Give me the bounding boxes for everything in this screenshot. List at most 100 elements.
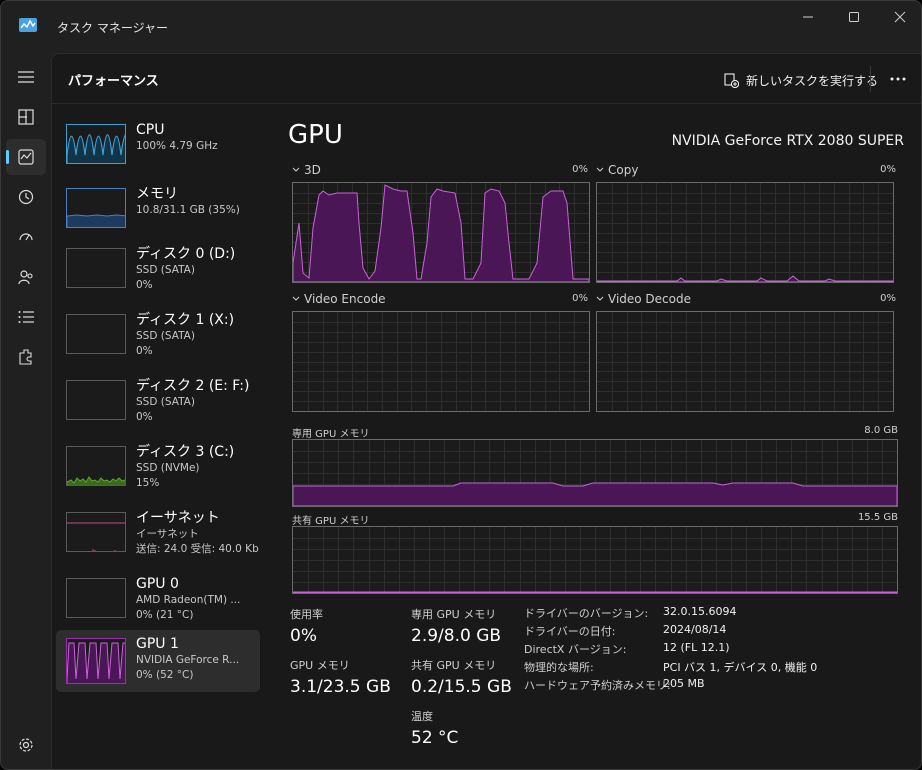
sidebar-item-detail: SSD (NVMe) [136, 462, 200, 474]
driver-date-value: 2024/08/14 [663, 623, 727, 636]
dedicated-memory-graph [292, 439, 898, 507]
app-history-icon [18, 189, 34, 205]
hamburger-menu-button[interactable] [6, 59, 46, 95]
close-icon [894, 11, 906, 23]
sidebar-item-usage: 0% (21 °C) [136, 609, 194, 621]
title-bar: タスク マネージャー [1, 1, 921, 53]
sidebar-item-memory[interactable]: メモリ 10.8/31.1 GB (35%) [56, 182, 260, 244]
sidebar-item-gpu-0[interactable]: GPU 0 AMD Radeon(TM) ... 0% (21 °C) [56, 572, 260, 634]
more-options-button[interactable] [884, 66, 912, 92]
task-manager-window: タスク マネージャー パフォーマンス 新しいタスクを実行する CPU 100% … [0, 0, 922, 770]
sidebar-item-detail: NVIDIA GeForce R... [136, 654, 240, 666]
sidebar-item-cpu[interactable]: CPU 100% 4.79 GHz [56, 118, 260, 180]
reserved-memory-value: 205 MB [663, 677, 705, 690]
engine-video-decode-percent: 0% [880, 293, 896, 304]
engine-copy-selector[interactable]: Copy [596, 163, 638, 177]
engine-copy-graph [596, 182, 894, 283]
sidebar-item-gpu-1[interactable]: GPU 1 NVIDIA GeForce R... 0% (52 °C) [56, 630, 260, 692]
temperature-label: 温度 [411, 710, 433, 723]
more-icon [890, 77, 906, 81]
nav-processes[interactable] [6, 99, 46, 135]
sidebar-item-detail: 100% 4.79 GHz [136, 140, 218, 152]
engine-video-decode-graph [596, 311, 894, 412]
sidebar-item-detail: イーサネット [136, 528, 199, 540]
gpu-memory-value: 3.1/23.5 GB [290, 677, 391, 697]
sidebar-item-name: GPU 1 [136, 636, 179, 652]
nav-startup-apps[interactable] [6, 219, 46, 255]
minimize-button[interactable] [785, 1, 831, 33]
maximize-icon [849, 12, 859, 22]
dedicated-memory-max: 8.0 GB [864, 425, 898, 436]
dedicated-memory-stat-label: 専用 GPU メモリ [411, 608, 497, 621]
chevron-down-icon [292, 296, 300, 301]
engine-video-decode-selector[interactable]: Video Decode [596, 292, 691, 306]
sidebar-item-usage: 送信: 24.0 受信: 40.0 Kb [136, 543, 259, 555]
engine-copy-label: Copy [608, 163, 639, 177]
shared-memory-label: 共有 GPU メモリ [292, 516, 370, 527]
chevron-down-icon [596, 167, 604, 172]
sidebar-item-name: ディスク 1 (X:) [136, 312, 235, 328]
sidebar-item-usage: 0% [136, 345, 153, 357]
chevron-down-icon [596, 296, 604, 301]
sidebar-item-detail: AMD Radeon(TM) ... [136, 594, 241, 606]
sidebar-item-detail: SSD (SATA) [136, 396, 195, 408]
disk-1-thumbnail [66, 314, 126, 354]
task-manager-app-icon [19, 18, 37, 32]
sidebar-item-name: GPU 0 [136, 576, 179, 592]
sidebar-item-disk-1[interactable]: ディスク 1 (X:) SSD (SATA) 0% [56, 308, 260, 370]
run-new-task-button[interactable]: 新しいタスクを実行する [724, 69, 878, 91]
shared-memory-stat-value: 0.2/15.5 GB [411, 677, 512, 697]
nav-performance[interactable] [6, 139, 46, 175]
settings-icon [19, 738, 33, 752]
nav-services[interactable] [6, 339, 46, 375]
gpu-model-name: NVIDIA GeForce RTX 2080 SUPER [671, 133, 904, 149]
memory-thumbnail [66, 188, 126, 228]
minimize-icon [803, 16, 813, 18]
engine-video-encode-selector[interactable]: Video Encode [292, 292, 386, 306]
close-button[interactable] [877, 1, 921, 33]
engine-3d-selector[interactable]: 3D [292, 163, 321, 177]
hamburger-icon [18, 71, 34, 83]
directx-version-value: 12 (FL 12.1) [663, 641, 730, 654]
sidebar-item-name: ディスク 0 (D:) [136, 246, 236, 262]
sidebar-item-disk-3[interactable]: ディスク 3 (C:) SSD (NVMe) 15% [56, 440, 260, 502]
temperature-value: 52 °C [411, 728, 459, 748]
disk-0-thumbnail [66, 248, 126, 288]
header-divider [870, 66, 871, 92]
sidebar-item-disk-2[interactable]: ディスク 2 (E: F:) SSD (SATA) 0% [56, 374, 260, 436]
disk-3-thumbnail [66, 446, 126, 486]
engine-video-encode-percent: 0% [572, 293, 588, 304]
sidebar-item-usage: 15% [136, 477, 160, 489]
engine-video-decode-label: Video Decode [608, 292, 691, 306]
resource-sidebar: CPU 100% 4.79 GHz メモリ 10.8/31.1 GB (35%)… [52, 114, 268, 714]
nav-users[interactable] [6, 259, 46, 295]
driver-date-key: ドライバーの日付: [524, 625, 616, 638]
shared-memory-graph [292, 526, 898, 594]
sidebar-item-usage: 0% [136, 279, 153, 291]
sidebar-item-disk-0[interactable]: ディスク 0 (D:) SSD (SATA) 0% [56, 242, 260, 304]
gpu-memory-label: GPU メモリ [290, 659, 350, 672]
engine-3d-label: 3D [304, 163, 321, 177]
sidebar-item-detail: SSD (SATA) [136, 264, 195, 276]
page-title: パフォーマンス [68, 74, 159, 89]
window-title: タスク マネージャー [57, 21, 168, 35]
shared-memory-stat-label: 共有 GPU メモリ [411, 659, 497, 672]
nav-settings[interactable] [6, 727, 46, 763]
dedicated-memory-label: 専用 GPU メモリ [292, 429, 370, 440]
sidebar-item-name: イーサネット [136, 510, 220, 526]
nav-rail [1, 53, 51, 769]
sidebar-item-name: CPU [136, 122, 165, 138]
nav-details[interactable] [6, 299, 46, 335]
services-icon [19, 349, 32, 365]
sidebar-item-ethernet[interactable]: イーサネット イーサネット 送信: 24.0 受信: 40.0 Kb [56, 506, 260, 568]
performance-icon [18, 149, 34, 165]
engine-video-encode-label: Video Encode [304, 292, 386, 306]
startup-apps-icon [19, 233, 33, 241]
physical-location-value: PCI バス 1, デバイス 0, 機能 0 [663, 661, 818, 674]
nav-app-history[interactable] [6, 179, 46, 215]
utilization-label: 使用率 [290, 608, 323, 621]
maximize-button[interactable] [831, 1, 877, 33]
ethernet-thumbnail [66, 512, 126, 552]
gpu-1-thumbnail [66, 638, 126, 684]
cpu-thumbnail [66, 124, 126, 164]
